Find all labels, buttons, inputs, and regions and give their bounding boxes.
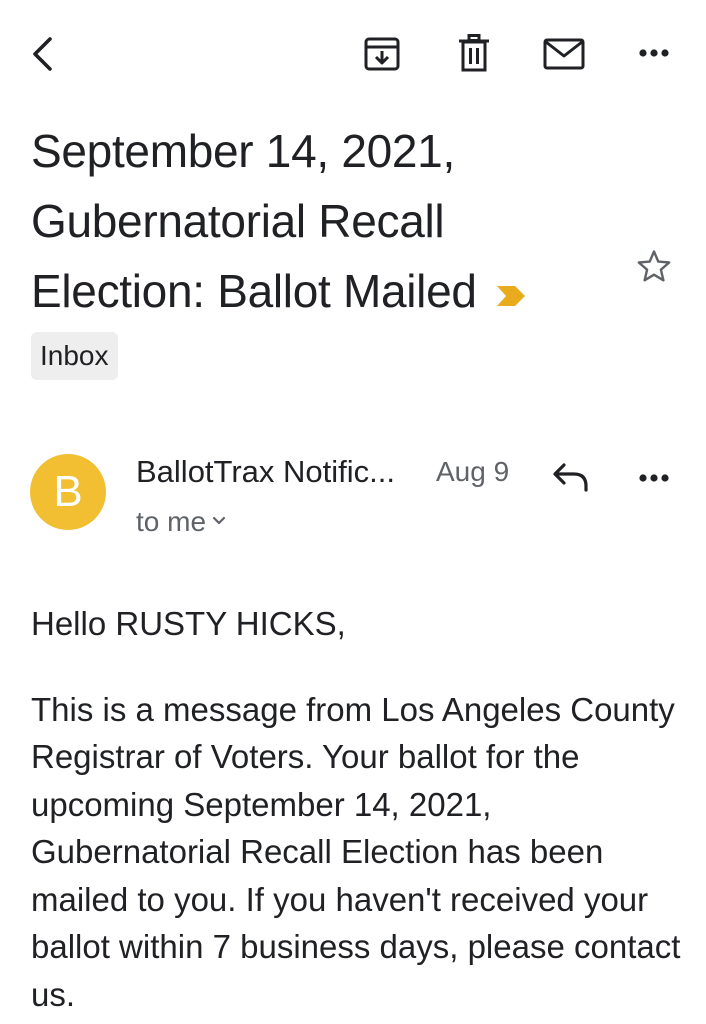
email-subject: September 14, 2021, Gubernatorial Recall…: [31, 116, 591, 326]
recipient-details-toggle[interactable]: to me: [136, 497, 226, 541]
sender-name[interactable]: BallotTrax Notific...: [136, 452, 395, 492]
archive-icon[interactable]: [363, 36, 401, 72]
chevron-down-icon: [212, 497, 226, 535]
importance-marker-icon[interactable]: [495, 256, 527, 326]
subject-text: September 14, 2021, Gubernatorial Recall…: [31, 125, 477, 317]
message-body: Hello RUSTY HICKS, This is a message fro…: [31, 600, 681, 1018]
message-more-icon[interactable]: [638, 472, 670, 484]
message-greeting: Hello RUSTY HICKS,: [31, 605, 346, 642]
star-icon[interactable]: [636, 249, 672, 283]
mail-icon[interactable]: [543, 38, 585, 70]
message-date: Aug 9: [436, 456, 510, 487]
more-horiz-icon[interactable]: [638, 47, 670, 59]
back-arrow-icon[interactable]: [28, 36, 56, 72]
sender-avatar[interactable]: B: [30, 454, 106, 530]
trash-icon[interactable]: [458, 34, 490, 72]
message-paragraph: This is a message from Los Angeles Count…: [31, 690, 681, 1013]
reply-icon[interactable]: [552, 462, 590, 492]
recipient-text: to me: [136, 506, 207, 537]
label-chip-inbox[interactable]: Inbox: [31, 332, 118, 380]
